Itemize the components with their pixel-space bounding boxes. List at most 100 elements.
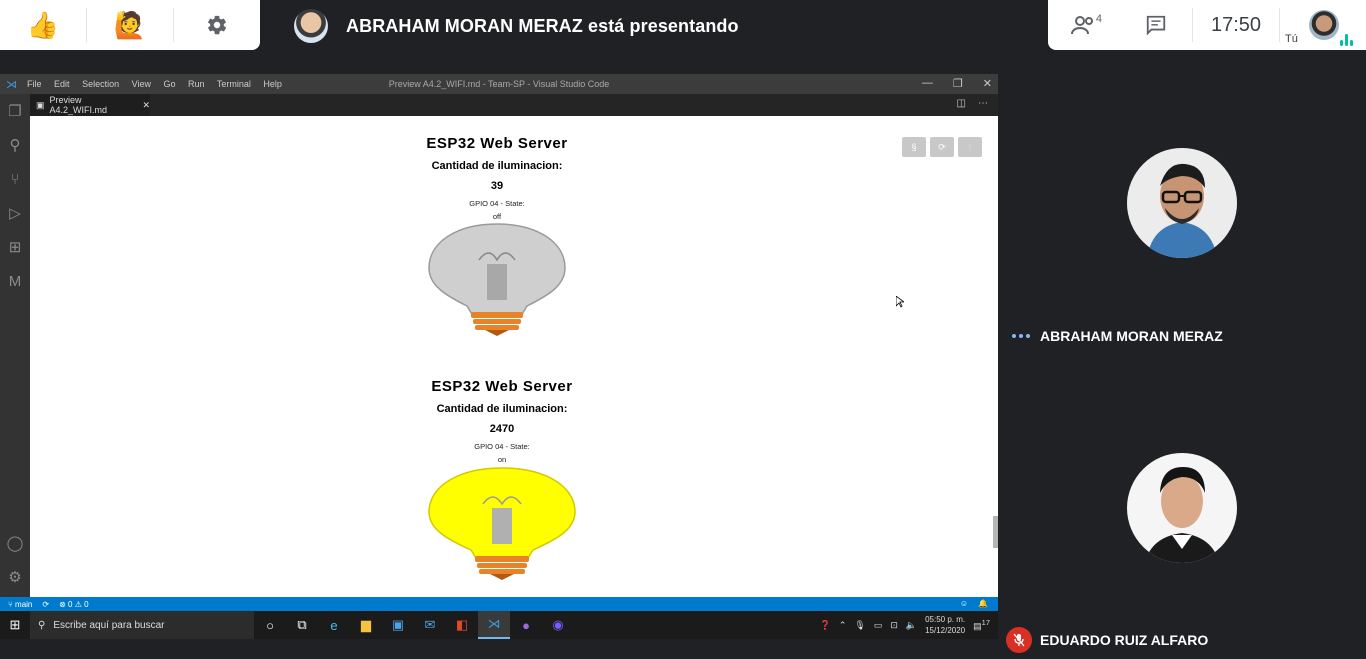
branch-name: main <box>15 599 33 609</box>
feedback-icon[interactable]: ☺ <box>960 599 968 608</box>
window-title: Preview A4.2_WIFI.md - Team-SP - Visual … <box>388 79 610 89</box>
participant-name: EDUARDO RUIZ ALFARO <box>1040 632 1209 648</box>
meet-reactions-bar: 👍 🙋 <box>0 0 260 50</box>
minimize-icon[interactable]: — <box>922 77 933 90</box>
github-desktop-icon[interactable]: ● <box>510 611 542 639</box>
office-icon[interactable]: ◧ <box>446 611 478 639</box>
audio-level-icon <box>1340 34 1354 46</box>
tray-date: 15/12/2020 <box>925 626 966 635</box>
battery-icon[interactable]: ▭ <box>874 620 883 631</box>
tab-close-icon[interactable]: ✕ <box>142 100 150 111</box>
vscode-statusbar: ⑂ main ⟳ ⊗ 0 ⚠ 0 ☺ 🔔 <box>0 597 998 611</box>
gpio-label: GPIO 04 - State: <box>474 442 530 451</box>
close-icon[interactable]: ✕ <box>983 77 992 90</box>
vscode-taskbar-icon[interactable]: ⋊ <box>478 611 510 639</box>
raise-hand-button[interactable]: 🙋 <box>87 0 173 50</box>
search-placeholder: Escribe aquí para buscar <box>53 619 165 631</box>
sync-icon[interactable]: ⟳ <box>42 600 49 609</box>
preview-refresh-button[interactable]: ⟳ <box>930 137 954 157</box>
esp32-title: ESP32 Web Server <box>426 135 568 152</box>
people-icon <box>1071 16 1093 35</box>
problems-status[interactable]: ⊗ 0 ⚠ 0 <box>59 600 88 609</box>
manage-gear-icon[interactable]: ⚙ <box>0 560 30 594</box>
settings-button[interactable] <box>174 0 260 50</box>
task-view-icon[interactable]: ⧉ <box>286 611 318 639</box>
help-icon[interactable]: ❓ <box>820 620 831 631</box>
participant-avatar-eduardo[interactable] <box>1127 453 1237 563</box>
edge-icon[interactable]: e <box>318 611 350 639</box>
presenter-text: ABRAHAM MORAN MERAZ está presentando <box>346 15 739 36</box>
statusbar-right: ☺ 🔔 <box>960 599 988 608</box>
tray-chevron-icon[interactable]: ⌃ <box>839 620 847 631</box>
preview-scrollbar[interactable] <box>993 516 998 548</box>
system-tray: ❓ ⌃ 🎙 ▭ ⊡ 🔈 05:50 p. m. 15/12/2020 ▤17 <box>820 611 990 639</box>
people-button[interactable]: 4 <box>1048 0 1120 50</box>
explorer-icon[interactable]: ❐ <box>0 94 30 128</box>
problems-count: 0 <box>68 599 73 609</box>
activity-bar: ❐ ⚲ ⑂ ▷ ⊞ M ◯ ⚙ <box>0 94 30 597</box>
mouse-cursor-icon <box>896 296 904 308</box>
participant-name: ABRAHAM MORAN MERAZ <box>1040 328 1223 344</box>
self-view-tile[interactable]: Tú <box>1280 0 1360 50</box>
gpio-state: on <box>497 455 507 464</box>
thumbs-up-icon: 👍 <box>26 9 60 40</box>
tab-preview[interactable]: ▣ Preview A4.2_WIFI.md ✕ <box>30 94 150 116</box>
file-explorer-icon[interactable]: ▆ <box>350 611 382 639</box>
tab-label: Preview A4.2_WIFI.md <box>49 95 108 115</box>
search-icon[interactable]: ⚲ <box>0 128 30 162</box>
branch-status[interactable]: ⑂ main <box>8 600 32 609</box>
volume-icon[interactable]: 🔈 <box>906 620 917 631</box>
microphone-icon[interactable]: 🎙 <box>854 620 865 631</box>
maximize-icon[interactable]: ❐ <box>953 77 963 90</box>
chat-icon <box>1146 15 1166 36</box>
esp32-title: ESP32 Web Server <box>431 378 573 395</box>
thumbs-up-reaction-button[interactable]: 👍 <box>0 0 86 50</box>
network-icon[interactable]: ⊡ <box>890 620 898 631</box>
meeting-clock: 17:50 <box>1210 13 1262 36</box>
illumination-label: Cantidad de iluminacion: <box>431 160 563 172</box>
cortana-icon[interactable]: ○ <box>254 611 286 639</box>
participant-photo <box>1127 453 1237 563</box>
preview-toolbar: § ⟳ ⫶ <box>902 137 982 157</box>
accounts-icon[interactable]: ◯ <box>0 526 30 560</box>
meet-info-bar: 4 17:50 Tú <box>1048 0 1366 50</box>
preview-icon: ▣ <box>36 99 45 110</box>
participants-count: 4 <box>1095 13 1102 25</box>
windows-start-icon[interactable]: ⊞ <box>0 617 30 633</box>
editor-tabs: ▣ Preview A4.2_WIFI.md ✕ ◫ ⋯ <box>30 94 998 116</box>
speaking-indicator-icon <box>1012 334 1030 338</box>
shared-screen: ⋊ File Edit Selection View Go Run Termin… <box>0 74 998 639</box>
esp32-block-2: ESP32 Web Server Cantidad de iluminacion… <box>352 378 652 464</box>
notification-count: 17 <box>981 618 990 627</box>
action-center-icon[interactable]: ▤17 <box>973 618 990 632</box>
mail-icon[interactable]: ✉ <box>414 611 446 639</box>
tray-time: 05:50 p. m. <box>925 615 966 624</box>
preview-more-button[interactable]: ⫶ <box>958 137 982 157</box>
tray-datetime[interactable]: 05:50 p. m. 15/12/2020 <box>925 614 965 636</box>
gpio-label: GPIO 04 - State: <box>469 199 525 208</box>
source-control-icon[interactable]: ⑂ <box>0 162 30 196</box>
lightbulb-on-icon <box>428 467 576 580</box>
chat-button[interactable] <box>1120 0 1192 50</box>
raise-hand-icon: 🙋 <box>113 9 147 40</box>
illumination-label: Cantidad de iluminacion: <box>436 403 568 415</box>
markdown-preview: § ⟳ ⫶ ESP32 Web Server Cantidad de ilumi… <box>30 116 998 597</box>
store-icon[interactable]: ▣ <box>382 611 414 639</box>
participant-avatar-abraham[interactable] <box>1127 148 1237 258</box>
split-editor-icon[interactable]: ◫ <box>957 98 966 109</box>
extensions-icon[interactable]: ⊞ <box>0 230 30 264</box>
messenger-icon[interactable]: ◉ <box>542 611 574 639</box>
editor-actions: ◫ ⋯ <box>957 98 988 109</box>
presenter-avatar <box>294 9 328 43</box>
illumination-value: 39 <box>490 180 504 192</box>
preview-section-button[interactable]: § <box>902 137 926 157</box>
taskbar-search[interactable]: ⚲ Escribe aquí para buscar <box>30 611 254 639</box>
self-avatar <box>1309 10 1339 40</box>
more-actions-icon[interactable]: ⋯ <box>978 98 988 109</box>
notifications-bell-icon[interactable]: 🔔 <box>978 599 988 608</box>
gear-icon <box>208 15 226 35</box>
run-debug-icon[interactable]: ▷ <box>0 196 30 230</box>
self-label: Tú <box>1285 33 1298 45</box>
markdown-icon[interactable]: M <box>0 264 30 298</box>
vscode-titlebar: ⋊ File Edit Selection View Go Run Termin… <box>0 74 998 94</box>
